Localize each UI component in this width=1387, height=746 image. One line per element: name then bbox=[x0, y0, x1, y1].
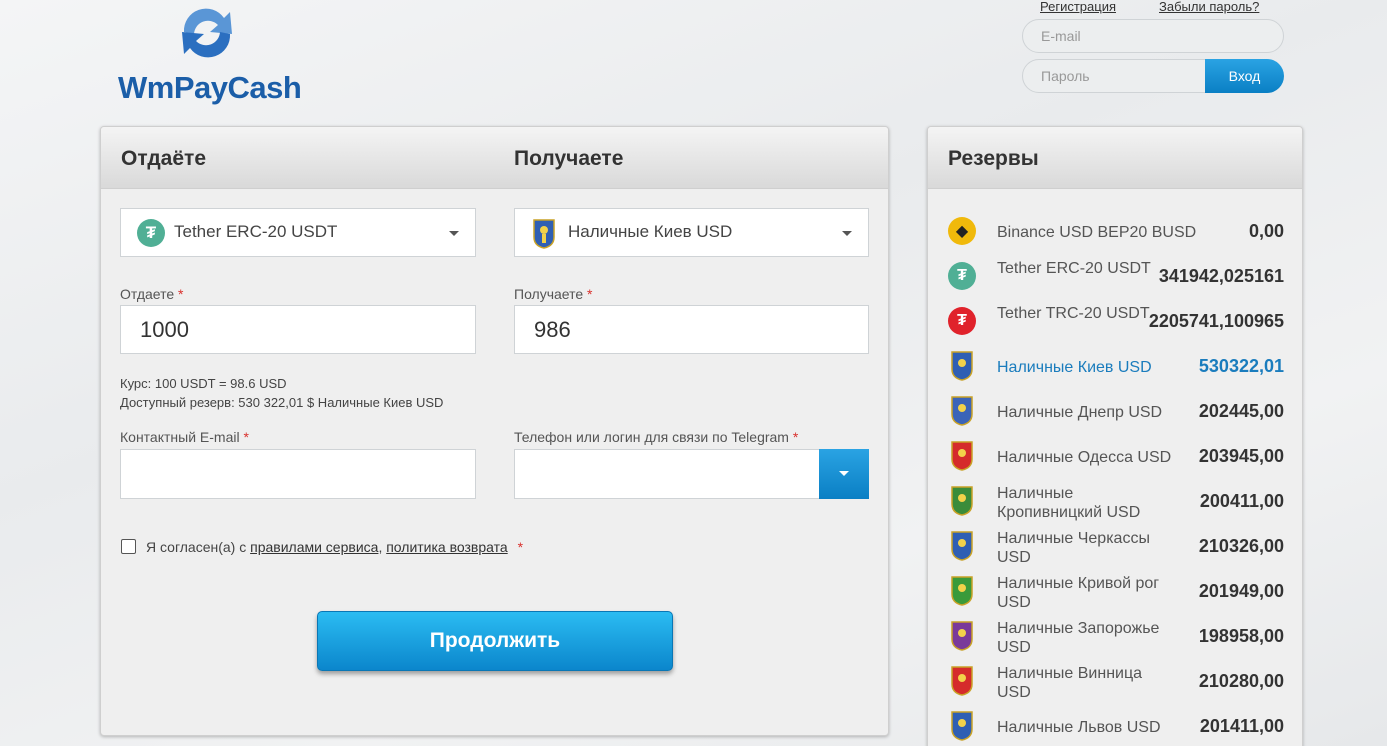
reserve-name: Наличные Днепр USD bbox=[997, 404, 1163, 421]
get-currency-value: Наличные Киев USD bbox=[568, 222, 733, 241]
reserve-row[interactable]: ₮ Tether ERC-20 USDT 341942,025161 bbox=[948, 255, 1284, 300]
tether-trc-icon: ₮ bbox=[948, 307, 976, 335]
reserve-amount: 210280,00 bbox=[1198, 671, 1284, 691]
reserve-amount: 341942,025161 bbox=[1158, 266, 1284, 286]
register-link[interactable]: Регистрация bbox=[1040, 0, 1116, 14]
get-currency-select[interactable]: Наличные Киев USD bbox=[514, 208, 869, 257]
login-email-input[interactable]: E-mail bbox=[1022, 19, 1284, 53]
reserve-amount: 0,00 bbox=[1248, 221, 1284, 241]
reserve-row[interactable]: Наличные Винница USD 210280,00 bbox=[948, 660, 1284, 705]
reserve-name: Наличные Львов USD bbox=[997, 719, 1161, 736]
reserve-row[interactable]: Наличные Львов USD 201411,00 bbox=[948, 705, 1284, 746]
reserve-name: Наличные Кропивницкий USD bbox=[997, 485, 1141, 521]
reserve-amount: 200411,00 bbox=[1199, 491, 1284, 511]
rate-text: Курс: 100 USDT = 98.6 USD bbox=[120, 376, 287, 391]
login-password-input[interactable]: Пароль bbox=[1022, 59, 1212, 93]
odesa-coat-icon bbox=[948, 441, 976, 471]
login-button[interactable]: Вход bbox=[1205, 59, 1284, 93]
reserve-name: Наличные Одесса USD bbox=[997, 449, 1172, 466]
reserve-name: Binance USD BEP20 BUSD bbox=[997, 224, 1197, 241]
chevron-down-icon bbox=[449, 231, 459, 236]
reserves-title: Резервы bbox=[948, 147, 1039, 170]
kryvyi-rih-coat-icon bbox=[948, 576, 976, 606]
kropyvnytskyi-coat-icon bbox=[948, 486, 976, 516]
dnipro-coat-icon bbox=[948, 396, 976, 426]
refresh-arrows-icon bbox=[182, 8, 232, 58]
kyiv-coat-icon bbox=[533, 219, 555, 254]
give-title: Отдаёте bbox=[121, 147, 206, 170]
reserve-text: Доступный резерв: 530 322,01 $ Наличные … bbox=[120, 395, 444, 410]
reserve-name: Наличные Винница USD bbox=[997, 665, 1143, 701]
reserve-row[interactable]: Наличные Киев USD 530322,01 bbox=[948, 345, 1284, 390]
agree-text: Я согласен(а) с правилами сервиса, полит… bbox=[146, 539, 524, 555]
give-currency-select[interactable]: ₮ Tether ERC-20 USDT bbox=[120, 208, 476, 257]
reserve-row[interactable]: Наличные Кривой рог USD 201949,00 bbox=[948, 570, 1284, 615]
email-label: Контактный E-mail * bbox=[120, 429, 249, 445]
logo-text: WmPayCash bbox=[118, 70, 302, 105]
binance-icon: ◆ bbox=[948, 217, 976, 245]
rules-link[interactable]: правилами сервиса bbox=[250, 539, 378, 555]
reserve-row[interactable]: Наличные Черкассы USD 210326,00 bbox=[948, 525, 1284, 570]
reserve-amount: 210326,00 bbox=[1198, 536, 1284, 556]
tether-icon: ₮ bbox=[948, 262, 976, 290]
forgot-password-link[interactable]: Забыли пароль? bbox=[1159, 0, 1259, 14]
agree-checkbox[interactable] bbox=[121, 539, 136, 554]
zaporizhzhia-coat-icon bbox=[948, 621, 976, 651]
refund-policy-link[interactable]: политика возврата bbox=[386, 539, 507, 555]
reserve-amount: 198958,00 bbox=[1198, 626, 1284, 646]
reserve-amount: 201411,00 bbox=[1199, 716, 1284, 736]
brand-logo[interactable]: WmPayCash bbox=[118, 2, 302, 106]
reserve-amount: 202445,00 bbox=[1198, 401, 1284, 421]
tether-icon: ₮ bbox=[137, 219, 165, 247]
give-amount-input[interactable]: 1000 bbox=[120, 305, 476, 354]
reserve-row[interactable]: Наличные Кропивницкий USD 200411,00 bbox=[948, 480, 1284, 525]
reserve-name: Наличные Черкассы USD bbox=[997, 530, 1150, 566]
reserve-name: Наличные Киев USD bbox=[997, 359, 1152, 376]
reserve-row[interactable]: Наличные Запорожье USD 198958,00 bbox=[948, 615, 1284, 660]
get-amount-input[interactable]: 986 bbox=[514, 305, 869, 354]
reserve-amount: 203945,00 bbox=[1198, 446, 1284, 466]
email-input[interactable] bbox=[120, 449, 476, 499]
telegram-input[interactable] bbox=[514, 449, 820, 499]
reserves-panel: Резервы ◆ Binance USD BEP20 BUSD 0,00 ₮ Teth… bbox=[927, 126, 1303, 746]
reserve-row[interactable]: Наличные Одесса USD 203945,00 bbox=[948, 435, 1284, 480]
reserve-name: Наличные Кривой рог USD bbox=[997, 575, 1160, 611]
reserve-row[interactable]: Наличные Днепр USD 202445,00 bbox=[948, 390, 1284, 435]
exchange-panel-header: Отдаёте Получаете bbox=[101, 127, 888, 189]
kyiv-coat-icon bbox=[948, 351, 976, 381]
reserve-name: Наличные Запорожье USD bbox=[997, 620, 1160, 656]
get-title: Получаете bbox=[514, 147, 624, 170]
lviv-coat-icon bbox=[948, 711, 976, 741]
vinnytsia-coat-icon bbox=[948, 666, 976, 696]
continue-button[interactable]: Продолжить bbox=[317, 611, 673, 671]
reserve-name: Tether ERC-20 USDT bbox=[997, 260, 1151, 277]
reserve-amount: 2205741,100965 bbox=[1148, 311, 1284, 331]
reserve-row[interactable]: ₮ Tether TRC-20 USDT 2205741,100965 bbox=[948, 300, 1284, 345]
telegram-dropdown-button[interactable] bbox=[819, 449, 869, 499]
cherkasy-coat-icon bbox=[948, 531, 976, 561]
telegram-label: Телефон или логин для связи по Telegram … bbox=[514, 429, 799, 445]
reserve-row[interactable]: ◆ Binance USD BEP20 BUSD 0,00 bbox=[948, 210, 1284, 255]
rate-info: Курс: 100 USDT = 98.6 USD Доступный резе… bbox=[120, 374, 443, 412]
get-amount-label: Получаете * bbox=[514, 286, 593, 302]
reserves-panel-header: Резервы bbox=[928, 127, 1302, 189]
give-currency-value: Tether ERC-20 USDT bbox=[174, 222, 338, 241]
reserve-amount: 201949,00 bbox=[1198, 581, 1284, 601]
give-amount-label: Отдаете * bbox=[120, 286, 184, 302]
chevron-down-icon bbox=[842, 231, 852, 236]
reserve-amount: 530322,01 bbox=[1198, 356, 1284, 376]
